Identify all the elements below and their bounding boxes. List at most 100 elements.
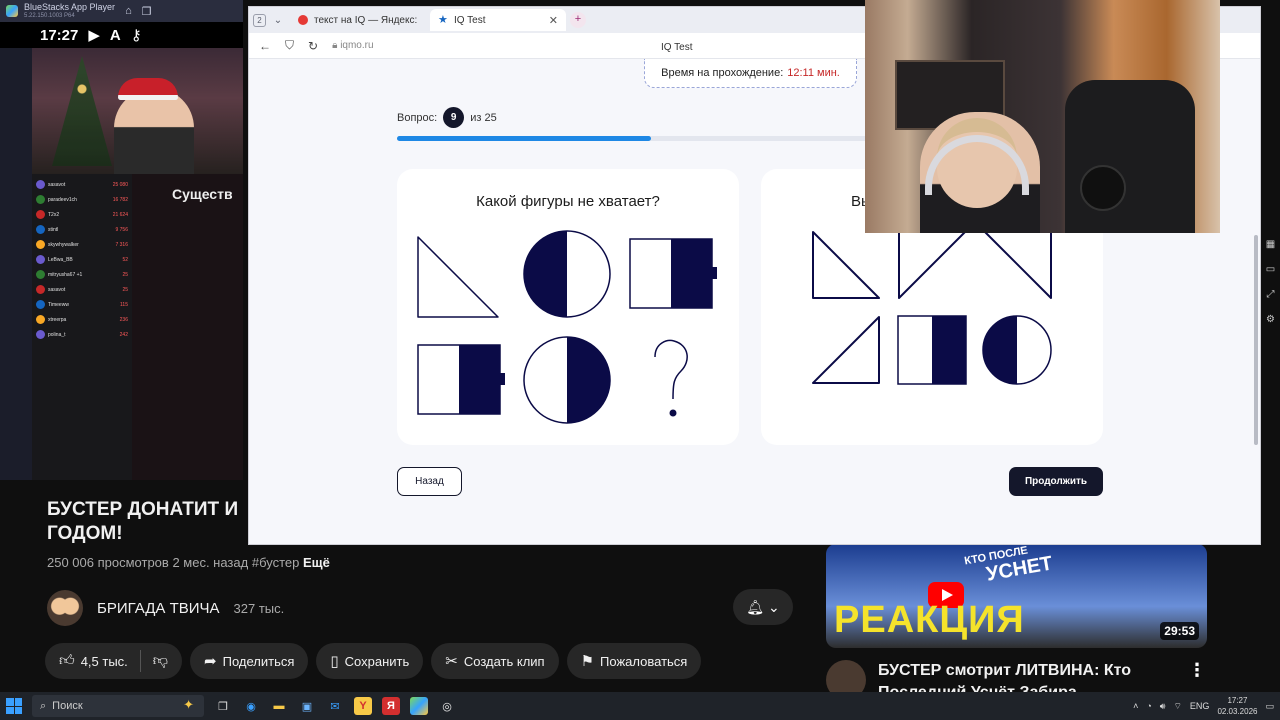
back-arrow-icon[interactable]: ← [259, 39, 271, 53]
bluestacks-taskbar-icon[interactable] [410, 697, 428, 715]
report-button[interactable]: ⚑ Пожаловаться [566, 643, 702, 679]
flag-icon: ⚑ [580, 653, 595, 670]
answer-option-1 [812, 231, 880, 299]
language-indicator[interactable]: ENG [1190, 701, 1210, 711]
notifications-bell-button[interactable]: 🔔︎ ⌄ [733, 589, 793, 625]
obs-icon[interactable]: ◎ [438, 697, 456, 715]
thumbs-up-icon[interactable]: 👍︎ [59, 652, 75, 670]
gear-icon[interactable]: ⚙ [1266, 314, 1275, 325]
chat-avatar [36, 285, 45, 294]
edge-browser-icon[interactable]: ◉ [242, 697, 260, 715]
tray-chevron-icon[interactable]: ˄ [1133, 701, 1138, 711]
back-button[interactable]: Назад [397, 467, 462, 496]
tab-yandex[interactable]: текст на IQ — Яндекс: нашлось [290, 9, 426, 31]
stream-chat-row[interactable]: mitryusha67 +1 25 [36, 270, 128, 279]
channel-name[interactable]: БРИГАДА ТВИЧА [97, 600, 220, 617]
recommended-video-thumbnail[interactable]: КТО ПОСЛЕ УСНЕТ РЕАКЦИЯ 29:53 [826, 544, 1207, 648]
yandex-browser-icon[interactable]: Y [354, 697, 372, 715]
streamer-figure [114, 88, 194, 174]
store-icon[interactable]: ▣ [298, 697, 316, 715]
windows-start-icon[interactable] [6, 698, 22, 714]
shield-icon[interactable]: ⛉ [285, 38, 294, 53]
window-icon[interactable]: ❐ [142, 5, 152, 18]
chat-viewer-count: 236 [119, 316, 128, 323]
channel-subscribers: 327 тыс. [233, 600, 285, 616]
chat-viewer-count: 115 [120, 301, 128, 308]
stream-chat-row[interactable]: skywhywalker 7 316 [36, 240, 128, 249]
figure-half-rect-2 [417, 344, 505, 415]
stream-chat-row[interactable]: sasavot 25 080 [36, 180, 128, 189]
chat-avatar [36, 195, 45, 204]
android-clock: 17:27 [40, 26, 79, 44]
save-label: Сохранить [344, 653, 410, 669]
channel-avatar[interactable] [47, 590, 83, 626]
bell-icon: 🔔︎ [746, 598, 765, 615]
chat-viewer-count: 7 316 [115, 241, 128, 248]
yandex-icon[interactable]: Я [382, 697, 400, 715]
window-icon[interactable]: ▭ [1266, 264, 1275, 275]
stream-chat-row[interactable]: xtreerpa 236 [36, 315, 128, 324]
like-dislike-button[interactable]: 👍︎ 4,5 тыс. 👎︎ [45, 643, 183, 679]
share-button[interactable]: ➦ Поделиться [190, 643, 309, 679]
volume-icon[interactable]: 🔊︎ [1160, 701, 1166, 712]
notification-key-icon: ⚷ [130, 27, 142, 44]
description-more-link[interactable]: Ещё [303, 555, 330, 570]
figure-half-circle-1 [523, 230, 611, 318]
video-hashtag[interactable]: #бустер [252, 555, 300, 570]
chat-name: sasavot [48, 181, 66, 188]
search-icon: ⌕ [40, 699, 47, 712]
system-tray: ˄ ◔ 🔊︎ ⌔ ENG 17:27 02.03.2026 ▭ [1133, 695, 1274, 717]
tab-list-chevron-icon[interactable]: ⌄ [270, 15, 286, 26]
network-icon[interactable]: ◔ [1146, 701, 1151, 711]
create-clip-button[interactable]: ✂ Создать клип [431, 643, 559, 679]
stream-chat-row[interactable]: sasavot 25 [36, 285, 128, 294]
wifi-icon[interactable]: ⌔ [1173, 701, 1181, 712]
chat-viewer-count: 25 [122, 271, 128, 278]
stream-chat-row[interactable]: paradeev1ch 16 782 [36, 195, 128, 204]
mail-icon[interactable]: ✉ [326, 697, 344, 715]
new-tab-icon[interactable]: + [570, 12, 586, 28]
continue-button[interactable]: Продолжить [1009, 467, 1103, 496]
chat-name: sasavot [48, 286, 66, 293]
notification-a-icon: A [109, 26, 121, 44]
taskbar-clock[interactable]: 17:27 02.03.2026 [1217, 695, 1257, 717]
grid-icon[interactable]: ▦ [1266, 239, 1275, 250]
page-scrollbar[interactable] [1254, 235, 1258, 445]
reload-icon[interactable]: ↻ [308, 39, 318, 53]
question-counter: Вопрос: 9 из 25 [397, 107, 497, 128]
stream-chat-row[interactable]: polina_t 242 [36, 330, 128, 339]
notifications-icon[interactable]: ▭ [1265, 701, 1274, 712]
home-icon[interactable]: ⌂ [125, 5, 132, 17]
star-favicon-icon: ★ [438, 14, 448, 26]
stream-video[interactable]: sasavot 25 080 paradeev1ch 16 782 T2x2 21 624… [32, 48, 243, 480]
close-tab-icon[interactable]: ✕ [549, 14, 558, 27]
chat-avatar [36, 330, 45, 339]
bookmark-icon: ▯ [330, 653, 339, 670]
tab-label: текст на IQ — Яндекс: нашлось [314, 14, 418, 26]
task-view-icon[interactable]: ❐ [214, 697, 232, 715]
chat-name: T2x2 [48, 211, 60, 218]
stream-chat-row[interactable]: Timeeww 115 [36, 300, 128, 309]
taskbar-search[interactable]: ⌕ Поиск ✦ [32, 695, 204, 717]
url-field[interactable]: 🔒︎ iqmo.ru [332, 40, 373, 51]
file-explorer-icon[interactable]: ▬ [270, 697, 288, 715]
recommended-video-title[interactable]: БУСТЕР смотрит ЛИТВИНА: Кто Последний Ус… [878, 660, 1168, 693]
tab-iq-test[interactable]: ★ IQ Test ✕ [430, 9, 566, 31]
tab-count-badge[interactable]: 2 [253, 13, 266, 27]
chat-viewer-count: 9 756 [115, 226, 128, 233]
stream-chat-row[interactable]: stintl 9 756 [36, 225, 128, 234]
progress-bar [397, 136, 867, 141]
save-button[interactable]: ▯ Сохранить [316, 643, 424, 679]
chat-avatar [36, 240, 45, 249]
thumbs-down-icon[interactable]: 👎︎ [153, 652, 168, 670]
clock-date: 02.03.2026 [1217, 707, 1258, 716]
stream-chat-row[interactable]: LeBwa_BB 52 [36, 255, 128, 264]
resize-icon[interactable]: ⤢ [1267, 289, 1275, 300]
answer-option-4 [812, 316, 880, 384]
thumbnail-text-big: РЕАКЦИЯ [834, 599, 1025, 641]
stream-chat-row[interactable]: T2x2 21 624 [36, 210, 128, 219]
chat-name: Timeeww [48, 301, 69, 308]
chat-viewer-count: 25 080 [112, 181, 128, 188]
question-number-badge: 9 [443, 107, 465, 128]
bluestacks-app-title: BlueStacks App Player [24, 2, 116, 12]
